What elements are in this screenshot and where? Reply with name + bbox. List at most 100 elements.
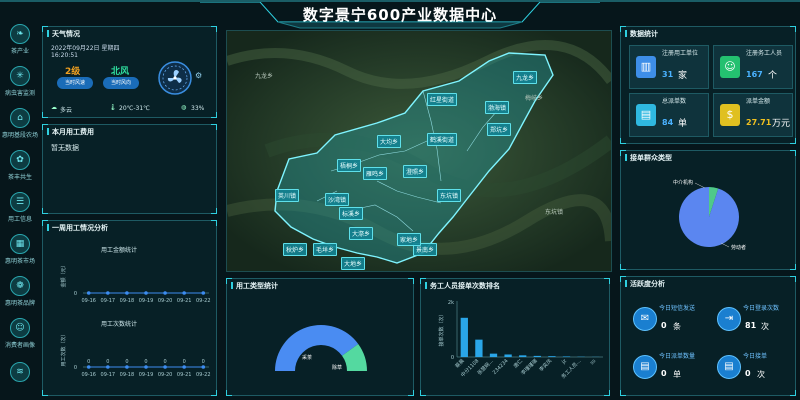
bar <box>489 353 498 357</box>
map-town-label[interactable]: 大地乡 <box>341 257 366 270</box>
bar <box>562 356 571 357</box>
activity-panel: 活跃度分析 ✉ 今日短信发送 0 条 ⇥ 今日登录次数 81 次 ▤ 今日派单数量 0 单 ▤ 今日接单 0… <box>620 276 796 396</box>
stat-value: 27.71 <box>746 118 772 127</box>
weather-panel: 天气情况 2022年09月22日 星期四 16:20:51 2级 北风 当时风速… <box>42 26 217 118</box>
sidebar-item[interactable]: ✳ 病虫害监测 <box>2 66 38 97</box>
x-tick-label: 09-20 <box>158 298 173 304</box>
x-tick-label: 09-18 <box>120 298 135 304</box>
y-tick-label: 0 <box>451 355 454 361</box>
map-town-label[interactable]: 大漈乡 <box>349 227 374 240</box>
top-border <box>0 0 800 2</box>
y-axis-label: 接单次数（次） <box>438 311 445 346</box>
dispatch-icon: ▤ <box>633 355 657 379</box>
y-axis-label: 金额（元） <box>60 262 67 287</box>
map-town-label[interactable]: 雁鸣乡 <box>363 167 388 180</box>
stat-card: ☺ 注册务工人员 167 个 <box>713 45 793 89</box>
activity-unit: 单 <box>673 370 681 379</box>
map-town-label[interactable]: 渤海镇 <box>485 101 510 114</box>
activity-title: 活跃度分析 <box>625 279 665 289</box>
sidebar-item-label: 惠明茶市场 <box>4 258 35 265</box>
map-town-label[interactable]: 澄照乡 <box>403 165 428 178</box>
settings-icon[interactable]: ⚙ <box>195 71 205 83</box>
stat-card: ▥ 注册用工单位 31 家 <box>629 45 709 89</box>
data-label: 0 <box>163 359 166 365</box>
slice-label: 除草 <box>332 364 342 371</box>
bar <box>460 317 468 357</box>
weather-date: 2022年09月22日 星期四 <box>51 45 120 52</box>
pie-label: 中介机构 <box>673 179 693 186</box>
bug-icon: ✳ <box>10 66 30 86</box>
sidebar-item[interactable]: ⌂ 惠明基段农场 <box>2 108 38 139</box>
sidebar-item[interactable]: ☺ 消费者画像 <box>2 318 38 349</box>
map-town-label[interactable]: 沙湾镇 <box>325 193 350 206</box>
sidebar-item-label: 惠明茶品牌 <box>4 300 35 307</box>
sidebar-item-label: 消费者画像 <box>4 342 35 349</box>
map-town-label[interactable]: 东坑镇 <box>437 189 462 202</box>
farm-icon: ⌂ <box>10 108 30 128</box>
x-tick-label: 09-19 <box>139 372 154 378</box>
sidebar-item[interactable]: ≋ <box>2 362 38 384</box>
activity-unit: 次 <box>757 370 765 379</box>
temperature-value: 20℃-31℃ <box>119 105 150 112</box>
weather-time: 16:20:51 <box>51 52 78 59</box>
sidebar-item[interactable]: ▦ 惠明茶市场 <box>2 234 38 265</box>
job-type-panel: 用工类型统计 采茶 除草 <box>226 278 414 396</box>
pie-label: 劳动者 <box>731 244 746 251</box>
map-town-label[interactable]: 英川镇 <box>275 189 300 202</box>
map-town-label[interactable]: 毛垟乡 <box>313 243 338 256</box>
activity-value: 0 <box>661 369 667 378</box>
x-tick-label: 09-19 <box>139 298 154 304</box>
data-label: 0 <box>144 359 147 365</box>
x-tick-label: 李奕凤 <box>538 357 554 373</box>
x-tick-label: 09-17 <box>101 298 116 304</box>
y-tick-label: 0 <box>74 365 77 371</box>
sidebar-item[interactable]: ☰ 用工信息 <box>2 192 38 223</box>
stat-label: 注册用工单位 <box>662 50 699 57</box>
map-town-label[interactable]: 大均乡 <box>377 135 402 148</box>
map-town-label[interactable]: 九龙乡 <box>513 71 538 84</box>
x-tick-label: 234234 <box>492 358 510 376</box>
brand-icon: ❁ <box>10 276 30 296</box>
leaf-icon: ❧ <box>10 24 30 44</box>
activity-item: ▤ 今日派单数量 0 单 <box>629 347 709 389</box>
map-area[interactable]: 东坑镇 梅岐乡 九龙乡 九龙乡 红星街道 渤海镇 大均乡 鹤溪街道 郑坑乡 梧桐乡 雁鸣乡 澄照… <box>226 30 612 272</box>
humidity-icon: ◍ <box>181 104 187 111</box>
map-town-label[interactable]: 家地乡 <box>397 233 422 246</box>
map-town-label[interactable]: 梧桐乡 <box>337 159 362 172</box>
activity-item: ▤ 今日接单 0 次 <box>713 347 793 389</box>
map-town-label[interactable]: 鹤溪街道 <box>427 133 458 146</box>
stat-unit: 万元 <box>772 119 791 129</box>
leader-line <box>720 242 730 248</box>
cloud-icon: ☁ <box>51 104 57 111</box>
worker-type-pie: 中介机构劳动者 <box>673 179 746 251</box>
x-tick-label: 张慧娴… <box>476 357 495 376</box>
sidebar-item-label: 茶丰共生 <box>7 174 32 181</box>
stat-label: 派单金额 <box>746 98 771 105</box>
y-axis-label: 用工次数（次） <box>60 331 67 366</box>
bar <box>533 355 541 357</box>
bar <box>548 356 556 357</box>
worker-type-panel: 接单群众类型 中介机构 劳动者 <box>620 150 796 270</box>
map-town-label[interactable]: 标溪乡 <box>339 207 364 220</box>
market-icon: ▦ <box>10 234 30 254</box>
stats-title: 数据统计 <box>625 29 658 39</box>
sidebar-item[interactable]: ✿ 茶丰共生 <box>2 150 38 181</box>
activity-unit: 条 <box>673 322 681 331</box>
wind-direction-value: 北风 <box>111 67 130 77</box>
header: 数字景宁600产业数据中心 <box>200 0 600 30</box>
worker-icon: ☰ <box>10 192 30 212</box>
sidebar-item[interactable]: ❧ 茶产业 <box>2 24 38 55</box>
wind-direction-label: 当时风向 <box>103 77 139 89</box>
sidebar-item[interactable]: ❁ 惠明茶品牌 <box>2 276 38 307</box>
data-label: 0 <box>125 359 128 365</box>
pie-slice <box>679 187 739 247</box>
person-icon: ☺ <box>720 56 740 78</box>
map-town-label[interactable]: 秋炉乡 <box>283 243 308 256</box>
bar <box>475 339 483 357</box>
activity-label: 今日派单数量 <box>659 353 696 360</box>
map-town-label[interactable]: 红星街道 <box>427 93 458 106</box>
map-town-label[interactable]: 郑坑乡 <box>487 123 512 136</box>
document-icon: ▤ <box>636 104 656 126</box>
activity-value: 0 <box>745 369 751 378</box>
sms-icon: ✉ <box>633 307 657 331</box>
